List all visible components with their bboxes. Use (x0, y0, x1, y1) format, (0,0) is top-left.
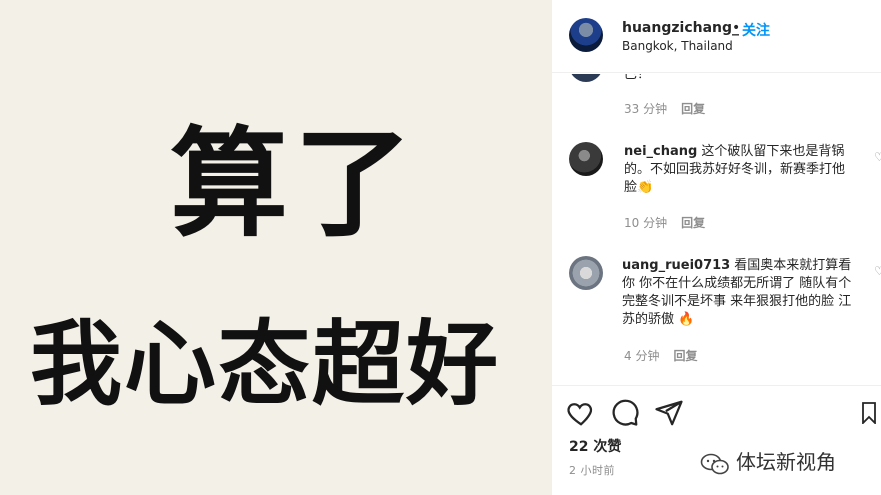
commenter-username[interactable]: uang_ruei0713 (622, 258, 730, 273)
comment-item: nei_chang 这个破队留下来也是背锅的。不如回我苏好好冬训，新赛季打他脸👏 … (552, 140, 881, 240)
comment-time: 33 分钟 (624, 102, 668, 116)
commenter-avatar[interactable] (569, 256, 603, 290)
comment-text: nei_chang 这个破队留下来也是背锅的。不如回我苏好好冬训，新赛季打他脸👏 (624, 143, 856, 197)
wechat-icon (700, 453, 729, 474)
reply-button[interactable]: 回复 (681, 102, 705, 116)
share-icon[interactable] (654, 398, 684, 428)
post-image[interactable]: 算了 我心态超好 (0, 0, 551, 495)
like-comment-icon[interactable]: ♡ (874, 264, 881, 278)
commenter-avatar[interactable] (569, 142, 603, 176)
watermark: 体坛新视角 (700, 446, 836, 476)
heart-icon[interactable] (566, 398, 596, 428)
like-comment-icon[interactable]: ♡ (874, 150, 881, 164)
post-header: huangzichang_ • 关注 Bangkok, Thailand (552, 0, 881, 73)
separator-dot: • (732, 20, 741, 36)
comment-text: 巴！ (624, 74, 856, 84)
comment-meta: 10 分钟 回复 (624, 214, 705, 231)
comment-icon[interactable] (610, 398, 640, 428)
watermark-text: 体坛新视角 (736, 450, 836, 474)
comment-meta: 4 分钟 回复 (624, 347, 697, 364)
post-actions: 22 次赞 2 小时前 体坛新视角 (552, 385, 881, 495)
owner-username[interactable]: huangzichang_ (622, 20, 739, 36)
post-time: 2 小时前 (569, 464, 615, 477)
comment-time: 4 分钟 (624, 349, 660, 363)
comment-body: 巴！ (624, 74, 651, 82)
like-count[interactable]: 22 次赞 (569, 436, 621, 456)
comment-item: 巴！ 33 分钟 回复 (552, 74, 881, 126)
comment-item: uang_ruei0713 看国奥本来就打算看你 你不在什么成绩都无所谓了 随队有… (552, 254, 881, 374)
bookmark-icon[interactable] (862, 402, 876, 424)
comment-text: uang_ruei0713 看国奥本来就打算看你 你不在什么成绩都无所谓了 随队有… (622, 257, 854, 329)
comment-meta: 33 分钟 回复 (624, 100, 705, 117)
post-side-panel: huangzichang_ • 关注 Bangkok, Thailand 巴！ … (551, 0, 881, 495)
comments-list[interactable]: 巴！ 33 分钟 回复 nei_chang 这个破队留下来也是背锅的。不如回我苏好好… (552, 74, 881, 385)
post-location[interactable]: Bangkok, Thailand (622, 39, 733, 53)
image-text-line-1: 算了 (170, 115, 419, 253)
reply-button[interactable]: 回复 (673, 349, 697, 363)
commenter-avatar[interactable] (569, 74, 603, 82)
image-text-line-2: 我心态超好 (30, 311, 501, 418)
follow-button[interactable]: 关注 (742, 20, 770, 40)
comment-time: 10 分钟 (624, 216, 668, 230)
owner-avatar[interactable] (569, 18, 603, 52)
commenter-username[interactable]: nei_chang (624, 144, 697, 159)
reply-button[interactable]: 回复 (681, 216, 705, 230)
